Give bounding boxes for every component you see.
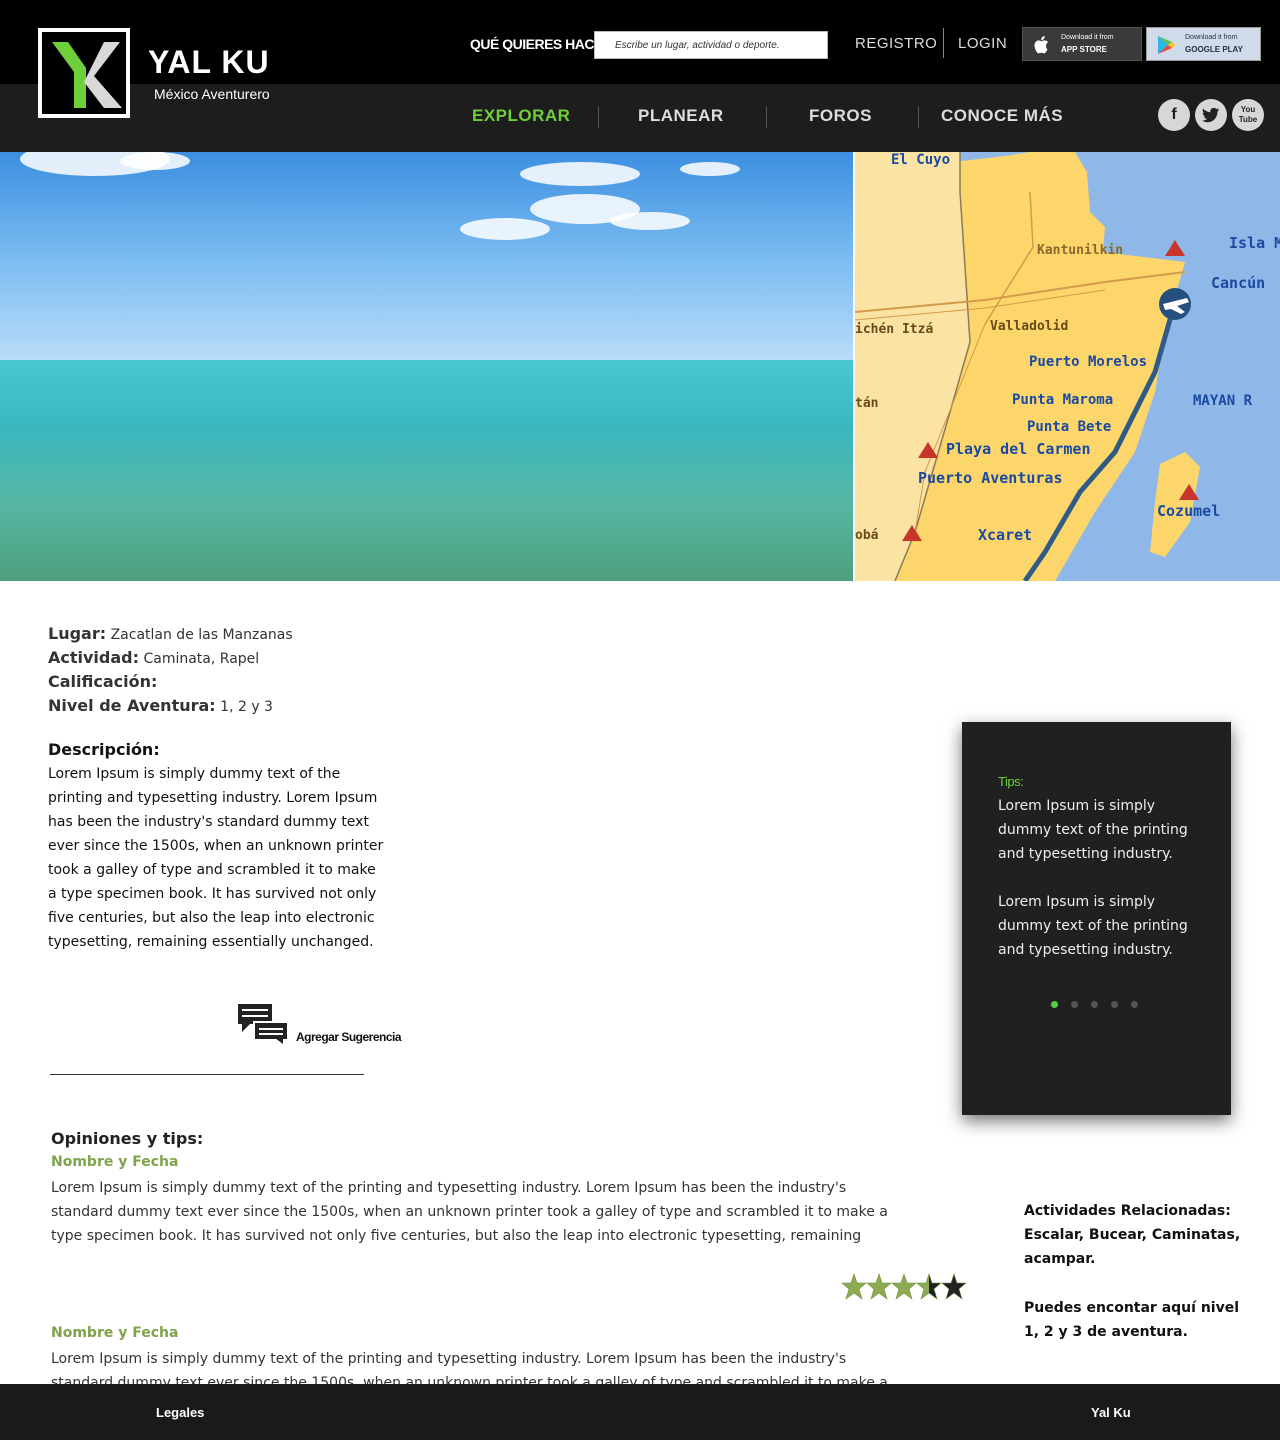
- cloud: [610, 212, 690, 230]
- nivel-label: Nivel de Aventura:: [48, 696, 216, 715]
- calificacion-row: Calificación:: [48, 672, 157, 691]
- carousel-dot[interactable]: [1071, 1001, 1078, 1008]
- map-label-punta-maroma: Punta Maroma: [1012, 392, 1113, 408]
- star-icon[interactable]: [916, 1273, 942, 1300]
- map-label-playa-del-carmen: Playa del Carmen: [946, 440, 1091, 458]
- opinions-title: Opiniones y tips:: [51, 1129, 204, 1148]
- map-label-puerto-aventuras: Puerto Aventuras: [918, 469, 1063, 487]
- opinion-text: Lorem Ipsum is simply dummy text of the …: [51, 1180, 888, 1244]
- related-list: Escalar, Bucear, Caminatas, acampar.: [1024, 1227, 1241, 1267]
- sky: [0, 152, 853, 360]
- related-activities: Actividades Relacionadas: Escalar, Bucea…: [1024, 1199, 1254, 1271]
- descripcion-text: Lorem Ipsum is simply dummy text of the …: [48, 766, 384, 950]
- google-play-big: GOOGLE PLAY: [1185, 45, 1243, 54]
- cloud: [680, 162, 740, 176]
- map-label-coba: obá: [855, 528, 879, 543]
- google-play-icon: [1158, 36, 1175, 54]
- star-icon[interactable]: [891, 1273, 917, 1300]
- carousel-dot[interactable]: [1131, 1001, 1138, 1008]
- cloud: [120, 152, 190, 170]
- map-label-xcaret: Xcaret: [978, 526, 1032, 544]
- twitter-bird-icon: [1202, 107, 1219, 123]
- footer-legales-link[interactable]: Legales: [156, 1405, 204, 1420]
- cloud: [520, 162, 640, 186]
- nivel-value: 1, 2 y 3: [220, 699, 273, 715]
- youtube-glyph: You Tube: [1238, 105, 1258, 124]
- search-input[interactable]: [594, 31, 828, 59]
- brand-name: YAL KU: [148, 44, 270, 80]
- opinion-author: Nombre y Fecha: [51, 1154, 179, 1170]
- registro-link[interactable]: REGISTRO: [855, 35, 937, 52]
- footer-brand-link[interactable]: Yal Ku: [1091, 1405, 1131, 1420]
- carousel-dot[interactable]: [1051, 1001, 1058, 1008]
- nav-separator: [766, 106, 767, 128]
- star-icon[interactable]: [941, 1273, 967, 1300]
- map-canvas: El Cuyo Kantunilkin Isla M Cancún ichén …: [855, 152, 1280, 581]
- nav-explorar[interactable]: EXPLORAR: [472, 106, 570, 126]
- hero-photo: [0, 152, 853, 581]
- carousel-dot[interactable]: [1111, 1001, 1118, 1008]
- actividad-value: Caminata, Rapel: [143, 651, 260, 667]
- lugar-row: Lugar: Zacatlan de las Manzanas: [48, 624, 293, 643]
- map-label-chichen-itza: ichén Itzá: [855, 322, 933, 337]
- apple-icon: [1034, 36, 1048, 54]
- chat-bubbles-icon: [238, 1004, 289, 1048]
- youtube-icon[interactable]: You Tube: [1232, 99, 1264, 131]
- tips-paragraph: Lorem Ipsum is simply dummy text of the …: [998, 894, 1188, 958]
- map-label-kantunilkin: Kantunilkin: [1037, 243, 1123, 258]
- agregar-sugerencia-link[interactable]: Agregar Sugerencia: [296, 1030, 402, 1044]
- nivel-row: Nivel de Aventura: 1, 2 y 3: [48, 696, 273, 715]
- nav-planear[interactable]: PLANEAR: [638, 106, 724, 126]
- actividad-row: Actividad: Caminata, Rapel: [48, 648, 259, 667]
- logo-mark-icon: [52, 42, 122, 108]
- actividad-label: Actividad:: [48, 648, 140, 667]
- descripcion-title: Descripción:: [48, 740, 160, 759]
- star-icon[interactable]: [841, 1273, 867, 1300]
- nav-separator: [598, 106, 599, 128]
- related-levels: Puedes encontar aquí nivel 1, 2 y 3 de a…: [1024, 1300, 1240, 1340]
- tips-paragraph: Lorem Ipsum is simply dummy text of the …: [998, 798, 1188, 862]
- nav-separator: [918, 106, 919, 128]
- ruins-icon: [1165, 240, 1185, 256]
- tips-label: Tips:: [998, 774, 1024, 789]
- map-label-tan: tán: [855, 396, 878, 411]
- rating-stars[interactable]: [840, 1270, 970, 1302]
- map-label-punta-bete: Punta Bete: [1027, 419, 1111, 435]
- map-label-isla-m: Isla M: [1229, 234, 1280, 252]
- page: YAL KU México Aventurero QUÉ QUIERES HAC…: [0, 0, 1280, 1440]
- google-play-button[interactable]: Download it from GOOGLE PLAY: [1146, 27, 1261, 61]
- google-play-small: Download it from: [1185, 34, 1238, 41]
- facebook-glyph: f: [1171, 106, 1177, 123]
- opinion-author: Nombre y Fecha: [51, 1325, 179, 1341]
- twitter-icon[interactable]: [1195, 99, 1227, 131]
- map-label-valladolid: Valladolid: [990, 319, 1068, 334]
- related-title: Actividades Relacionadas:: [1024, 1203, 1231, 1219]
- map-label-cancun: Cancún: [1211, 274, 1265, 292]
- app-store-big: APP STORE: [1061, 45, 1107, 54]
- app-store-button[interactable]: Download it from APP STORE: [1022, 27, 1142, 61]
- calificacion-label: Calificación:: [48, 672, 158, 691]
- facebook-icon[interactable]: f: [1158, 99, 1190, 131]
- map-label-mayan-r: MAYAN R: [1193, 393, 1253, 409]
- nav-foros[interactable]: FOROS: [809, 106, 872, 126]
- app-store-small: Download it from: [1061, 34, 1114, 41]
- login-link[interactable]: LOGIN: [958, 35, 1007, 52]
- map-label-el-cuyo: El Cuyo: [891, 152, 950, 168]
- top-divider: [943, 28, 944, 58]
- brand-tagline: México Aventurero: [154, 86, 270, 102]
- map-label-puerto-morelos: Puerto Morelos: [1029, 354, 1147, 370]
- lugar-value: Zacatlan de las Manzanas: [110, 627, 293, 643]
- star-icon[interactable]: [866, 1273, 892, 1300]
- divider: [50, 1074, 364, 1075]
- carousel-dot[interactable]: [1091, 1001, 1098, 1008]
- nav-conoce-mas[interactable]: CONOCE MÁS: [941, 106, 1063, 126]
- hero-map[interactable]: El Cuyo Kantunilkin Isla M Cancún ichén …: [855, 152, 1280, 581]
- map-label-cozumel: Cozumel: [1157, 502, 1220, 520]
- sea: [0, 360, 853, 581]
- lugar-label: Lugar:: [48, 624, 107, 643]
- logo[interactable]: [38, 28, 130, 118]
- suggestion-icon[interactable]: [238, 1004, 290, 1050]
- cloud: [460, 218, 550, 240]
